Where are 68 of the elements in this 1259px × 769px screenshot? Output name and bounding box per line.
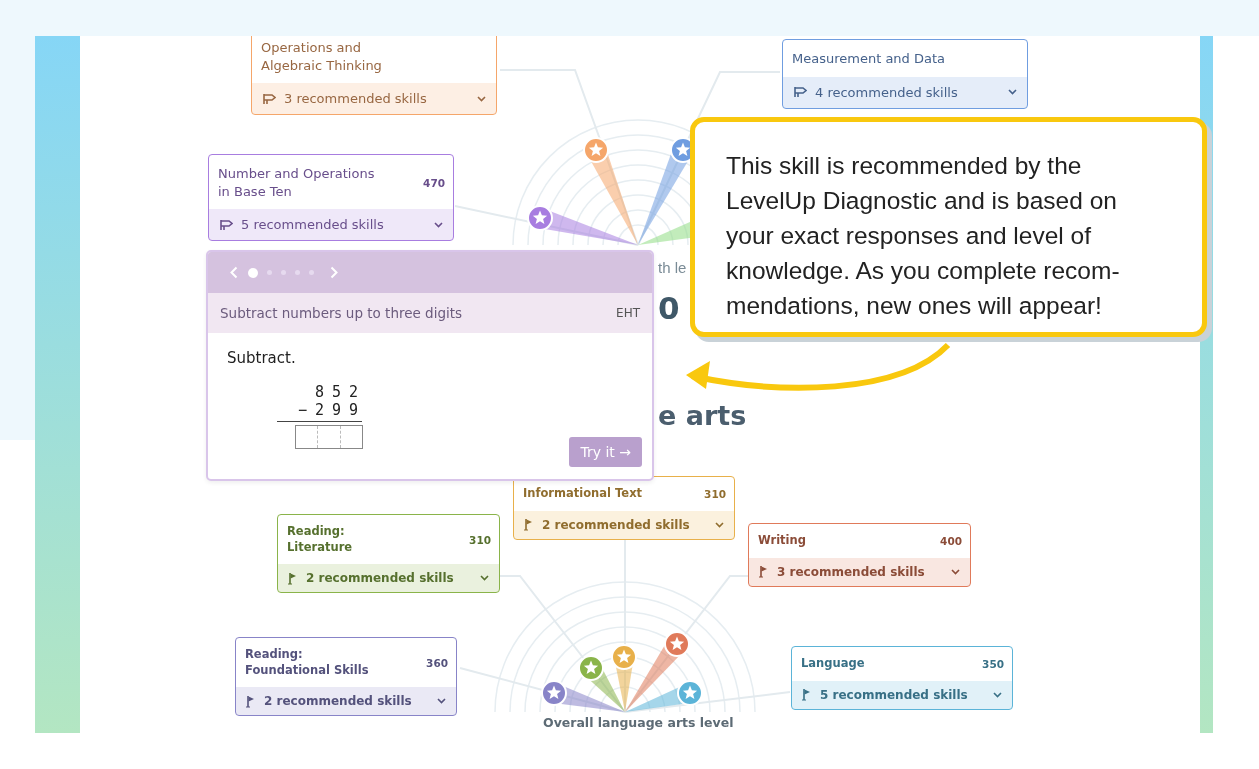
score-value: 470	[423, 176, 445, 189]
level-value: 0	[658, 290, 680, 326]
card-title: Number and Operations in Base Ten	[218, 165, 375, 201]
score-value: 360	[426, 656, 448, 669]
signpost-icon	[219, 218, 233, 231]
minus-sign: −	[297, 401, 308, 419]
chevron-down-icon	[480, 575, 489, 582]
star-badge-icon	[578, 655, 604, 681]
signpost-icon	[793, 86, 807, 99]
skill-code: EHT	[616, 306, 640, 320]
recommendations-dropdown[interactable]: 3 recommended skills	[252, 83, 496, 115]
chevron-down-icon	[993, 691, 1002, 698]
star-badge-icon	[583, 137, 609, 163]
recommendations-dropdown[interactable]: 4 recommended skills	[783, 76, 1027, 108]
digit: 5	[331, 383, 342, 401]
page-dot[interactable]	[281, 270, 286, 275]
flag-icon	[524, 518, 534, 531]
digit: 8	[314, 383, 325, 401]
question-prompt: Subtract.	[227, 349, 297, 367]
card-title: Language	[801, 656, 865, 672]
chevron-down-icon	[1008, 89, 1017, 96]
chevron-down-icon	[437, 698, 446, 705]
chevron-right-icon[interactable]	[330, 266, 338, 279]
page-dot[interactable]	[267, 270, 272, 275]
card-title: Informational Text	[523, 486, 643, 502]
page-dot[interactable]	[248, 267, 258, 278]
section-heading: e arts	[658, 400, 747, 431]
chevron-down-icon	[434, 221, 443, 228]
star-badge-icon	[611, 644, 637, 670]
page-dot[interactable]	[309, 270, 314, 275]
level-label: th le	[658, 259, 687, 276]
level-label: Overall language arts level	[543, 715, 734, 730]
recommendations-dropdown[interactable]: 5 recommended skills	[209, 209, 453, 241]
recommendations-dropdown[interactable]: 3 recommended skills	[749, 557, 970, 586]
score-value: 350	[982, 657, 1004, 670]
card-title: Reading: Literature	[287, 524, 353, 556]
flag-icon	[802, 688, 812, 701]
answer-field[interactable]	[295, 425, 363, 449]
card-title: Operations and Algebraic Thinking	[261, 39, 382, 75]
recommendations-dropdown[interactable]: 2 recommended skills	[514, 510, 734, 539]
recommendations-dropdown[interactable]: 5 recommended skills	[792, 680, 1012, 709]
digit: 9	[348, 401, 359, 419]
digit: 2	[314, 401, 325, 419]
digit: 9	[331, 401, 342, 419]
card-title: Reading: Foundational Skills	[245, 647, 369, 679]
chevron-left-icon[interactable]	[230, 266, 238, 279]
chevron-down-icon	[715, 521, 724, 528]
flag-icon	[246, 694, 256, 708]
skill-name: Subtract numbers up to three digits	[220, 305, 463, 321]
score-value: 310	[469, 533, 491, 546]
chevron-down-icon	[951, 568, 960, 575]
chevron-down-icon	[477, 95, 486, 102]
star-badge-icon	[677, 680, 703, 706]
score-value: 400	[940, 534, 962, 547]
signpost-icon	[262, 92, 276, 105]
flag-icon	[759, 565, 769, 578]
score-value: 310	[704, 487, 726, 500]
digit: 2	[348, 383, 359, 401]
card-title: Measurement and Data	[792, 50, 945, 68]
recommendations-dropdown[interactable]: 2 recommended skills	[236, 687, 456, 716]
recommendations-dropdown[interactable]: 2 recommended skills	[278, 564, 499, 593]
star-badge-icon	[664, 631, 690, 657]
card-title: Writing	[758, 533, 806, 549]
callout-text: This skill is recommended by the LevelUp Diagnostic and is based on your exact responses and level of knowledge. As you complete recom- mendations, new ones will appear!	[726, 151, 1121, 321]
flag-icon	[288, 571, 298, 585]
page-dot[interactable]	[295, 270, 300, 275]
star-badge-icon	[541, 680, 567, 706]
star-badge-icon	[527, 205, 553, 231]
